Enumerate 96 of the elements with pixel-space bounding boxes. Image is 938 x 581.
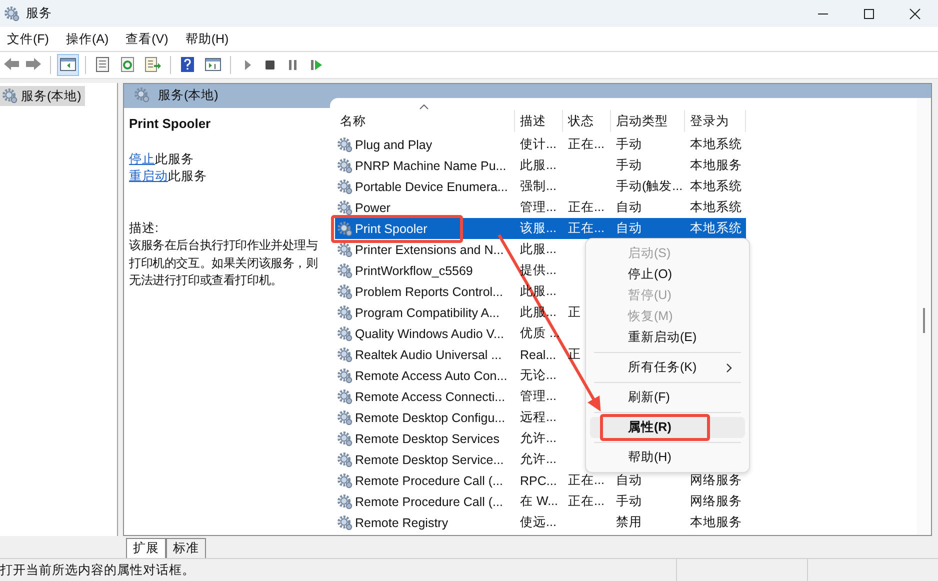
- table-cell: 该服...: [520, 220, 556, 237]
- table-cell: 自动: [616, 199, 642, 216]
- table-cell: Remote Access Connecti...: [355, 390, 506, 404]
- table-cell: PNRP Machine Name Pu...: [355, 158, 506, 172]
- table-cell: Power: [355, 200, 390, 214]
- table-cell: Remote Desktop Configu...: [355, 410, 506, 424]
- table-row[interactable]: Print Spooler 该服... 正在... 自动 本地系统: [335, 218, 746, 239]
- table-cell: PrintWorkflow_c5569: [355, 264, 473, 278]
- table-cell: 无论...: [520, 367, 556, 384]
- menu-item[interactable]: 所有任务(K): [590, 357, 745, 378]
- table-row[interactable]: Portable Device Enumera... 强制... 手动(触发... 本地系统: [335, 176, 746, 197]
- menu-item[interactable]: 停止(O): [590, 264, 745, 285]
- table-cell: 正: [568, 346, 581, 363]
- table-row[interactable]: Remote Registry 使远... 禁用 本地服务: [335, 512, 746, 533]
- table-cell: 强制...: [520, 178, 556, 195]
- table-cell: Problem Reports Control...: [355, 284, 503, 298]
- description-label: 描述:: [129, 220, 160, 237]
- table-row[interactable]: Remote Procedure Call (... 在 W... 正在... 手动 网络服务: [335, 491, 746, 512]
- table-cell: 正在...: [568, 472, 604, 489]
- menu-item[interactable]: 文件(F): [7, 30, 49, 48]
- table-row[interactable]: Power 管理... 正在... 自动 本地系统: [335, 197, 746, 218]
- action-link[interactable]: 重启动: [129, 169, 168, 183]
- table-cell: 允许...: [520, 430, 556, 447]
- tree-item[interactable]: 服务(本地): [0, 86, 86, 106]
- table-cell: Quality Windows Audio V...: [355, 326, 504, 340]
- table-cell: Remote Desktop Service...: [355, 452, 504, 466]
- status-text: 打开当前所选内容的属性对话框。: [0, 562, 196, 578]
- table-cell: 本地系统: [690, 136, 742, 153]
- view-tab[interactable]: 扩展: [126, 538, 166, 558]
- table-cell: Plug and Play: [355, 138, 432, 152]
- table-cell: Printer Extensions and N...: [355, 242, 504, 256]
- table-cell: RPC...: [520, 474, 557, 488]
- table-cell: 正在...: [568, 136, 604, 153]
- menu-item[interactable]: 查看(V): [126, 30, 168, 48]
- column-header[interactable]: 启动类型: [611, 110, 685, 132]
- table-cell: 此服...: [520, 241, 556, 258]
- table-row[interactable]: Remote Procedure Call (... RPC... 正在... 自动 网络服务: [335, 470, 746, 491]
- table-cell: 正在...: [568, 493, 604, 510]
- description-text: 该服务在后台执行打印作业并处理与打印机的交互。如果关闭该服务，则无法进行打印或查看打印机。: [129, 237, 319, 289]
- table-cell: 网络服务: [690, 472, 742, 489]
- action-text: 此服务: [168, 169, 207, 183]
- menu-item[interactable]: 属性(R): [590, 417, 745, 438]
- service-title: Print Spooler: [129, 116, 212, 131]
- table-cell: 使计...: [520, 136, 556, 153]
- table-cell: Remote Registry: [355, 516, 448, 530]
- table-cell: 手动: [616, 493, 642, 510]
- action-link[interactable]: 停止: [129, 152, 155, 166]
- column-header[interactable]: 名称: [335, 110, 515, 132]
- table-cell: Real...: [520, 348, 556, 362]
- table-cell: 本地服务: [690, 514, 742, 531]
- menu-item[interactable]: 刷新(F): [590, 387, 745, 408]
- table-cell: 管理...: [520, 199, 556, 216]
- table-cell: 提供...: [520, 262, 556, 279]
- column-title: 名称: [340, 112, 366, 130]
- table-cell: 正在...: [568, 199, 604, 216]
- menu-item[interactable]: 重新启动(E): [590, 327, 745, 348]
- table-cell: Remote Access Auto Con...: [355, 368, 508, 382]
- table-cell: 使远...: [520, 514, 556, 531]
- table-cell: Print Spooler: [355, 222, 428, 236]
- table-cell: 手动: [616, 157, 642, 174]
- table-cell: 本地系统: [690, 220, 742, 237]
- table-cell: 自动: [616, 220, 642, 237]
- table-cell: Remote Procedure Call (...: [355, 494, 503, 508]
- column-header[interactable]: 登录为: [685, 110, 746, 132]
- table-cell: 本地服务: [690, 157, 742, 174]
- table-cell: 允许...: [520, 451, 556, 468]
- table-cell: 自动: [616, 472, 642, 489]
- table-cell: Program Compatibility A...: [355, 306, 500, 320]
- menu-item[interactable]: 帮助(H): [590, 447, 745, 468]
- column-header[interactable]: 状态: [563, 110, 611, 132]
- table-cell: Remote Procedure Call (...: [355, 474, 503, 488]
- view-tab[interactable]: 标准: [166, 538, 206, 558]
- table-cell: Portable Device Enumera...: [355, 180, 508, 194]
- table-cell: Realtek Audio Universal ...: [355, 348, 502, 362]
- table-cell: 管理...: [520, 388, 556, 405]
- table-cell: 手动: [616, 136, 642, 153]
- menu-item[interactable]: 帮助(H): [185, 30, 229, 48]
- table-cell: 正在...: [568, 220, 604, 237]
- pane-title: 服务(本地): [158, 86, 218, 104]
- table-row[interactable]: Plug and Play 使计... 正在... 手动 本地系统: [335, 134, 746, 155]
- table-cell: Remote Desktop Services: [355, 432, 500, 446]
- table-cell: 优质 ...: [520, 325, 560, 342]
- window-title: 服务: [26, 5, 53, 22]
- table-cell: 在 W...: [520, 493, 558, 510]
- table-cell: 此服...: [520, 157, 556, 174]
- table-cell: 手动(触发...: [616, 178, 683, 195]
- action-text: 此服务: [155, 152, 194, 166]
- table-cell: 正: [568, 304, 581, 321]
- table-cell: 禁用: [616, 514, 642, 531]
- table-row[interactable]: PNRP Machine Name Pu... 此服... 手动 本地服务: [335, 155, 746, 176]
- column-header[interactable]: 描述: [515, 110, 563, 132]
- table-cell: 本地系统: [690, 199, 742, 216]
- table-cell: 网络服务: [690, 493, 742, 510]
- table-cell: 本地系统: [690, 178, 742, 195]
- menu-item[interactable]: 操作(A): [66, 30, 109, 48]
- table-cell: 远程...: [520, 409, 556, 426]
